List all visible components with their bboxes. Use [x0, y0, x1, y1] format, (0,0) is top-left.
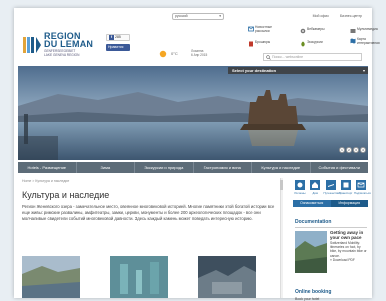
map-label: Карта интерактивная: [357, 37, 380, 45]
webcam-icon: [300, 28, 306, 34]
service-icons: Регионы Дом Путешествия Транспорт Подпис…: [293, 178, 371, 200]
business-center-link[interactable]: Бизнес-центр: [340, 14, 362, 18]
map-icon: [350, 38, 356, 44]
facebook-count: 285: [115, 35, 121, 39]
brochure-link[interactable]: Брошюры: [249, 40, 285, 47]
subscribe-icon: [356, 180, 366, 190]
page: русский ▾ Мой офис Бизнес-центр REGION D…: [14, 8, 380, 301]
slider-dot-4[interactable]: 4: [360, 147, 366, 153]
download-pdf-link[interactable]: » Download PDF: [330, 258, 368, 262]
logo-subtitle-2: LAKE GENEVA REGION: [44, 53, 80, 57]
regions-icon: [295, 180, 305, 190]
chevron-down-icon: ▾: [362, 68, 365, 73]
nav-gastronomy[interactable]: Гастрономия и вина: [194, 162, 252, 173]
service-transport-label: Транспорт: [339, 191, 353, 195]
service-travel[interactable]: Путешествия: [324, 178, 341, 200]
home-icon: [310, 180, 321, 190]
service-transport[interactable]: Транспорт: [339, 178, 353, 200]
slider-dot-2[interactable]: 2: [346, 147, 352, 153]
logo-title-line2: DU LEMAN: [44, 39, 94, 49]
search-placeholder: Поиск... websonline: [272, 55, 304, 59]
travel-icon: [325, 180, 336, 190]
excursion-label: Экскурсии: [307, 40, 323, 44]
nav-winter[interactable]: Зима: [77, 162, 135, 173]
weather-location: Лозанна 6 Апр 2015: [191, 49, 207, 57]
facebook-icon: f: [109, 35, 114, 40]
brochure-icon: [249, 41, 253, 47]
sun-icon: [159, 50, 167, 58]
excursion-link[interactable]: Экскурсии: [301, 40, 335, 47]
top-links: Мой офис Бизнес-центр: [303, 14, 362, 18]
webcam-label: Вебкамеры: [307, 27, 325, 31]
service-subscribe[interactable]: Подписаться: [354, 178, 371, 200]
documentation-heading[interactable]: Getting away in your own pace: [330, 230, 368, 240]
documentation-title: Documentation: [295, 219, 332, 225]
search-input[interactable]: Поиск... websonline: [263, 53, 362, 61]
newsletter-link[interactable]: Новостные рассылки: [248, 25, 285, 34]
chevron-down-icon: ▾: [219, 14, 221, 18]
documentation-image[interactable]: [295, 231, 327, 273]
nav-culture[interactable]: Культура и наследие: [252, 162, 311, 173]
destination-selector-label: Select your destination: [232, 68, 277, 73]
hero-image: [18, 66, 368, 160]
online-booking-title: Online booking: [295, 289, 332, 295]
my-office-link[interactable]: Мой офис: [313, 14, 329, 18]
nav-hotels[interactable]: Hotels - Размещение: [18, 162, 77, 173]
newsletter-icon: [248, 26, 254, 32]
slider-dot-1[interactable]: 1: [339, 147, 345, 153]
slider-dot-3[interactable]: 3: [353, 147, 359, 153]
nav-excursions[interactable]: Экскурсии и природа: [135, 162, 194, 173]
map-link[interactable]: Карта интерактивная: [350, 37, 380, 46]
multimedia-link[interactable]: Мультимедиа: [350, 27, 386, 33]
weather-date: 6 Апр 2015: [191, 53, 208, 57]
language-select[interactable]: русский ▾: [172, 13, 224, 20]
like-button[interactable]: Нравится: [106, 44, 130, 51]
service-regions-label: Регионы: [294, 191, 306, 195]
multimedia-label: Мультимедиа: [357, 27, 378, 31]
documentation-text: Switzerland Mobility: itineraries on foo…: [330, 241, 368, 262]
brochure-label: Брошюры: [255, 40, 271, 44]
thumbnail-image-1[interactable]: [22, 256, 80, 298]
logo-subtitle: GENFERSEEGEBIET LAKE GENEVA REGION: [44, 49, 104, 57]
service-regions[interactable]: Регионы: [293, 178, 307, 200]
excursion-icon: [301, 41, 305, 47]
thumbnail-image-3[interactable]: [198, 256, 256, 298]
documentation-description: Switzerland Mobility: itineraries on foo…: [330, 241, 367, 258]
like-label: Нравится: [108, 45, 124, 49]
newsletter-label: Новостные рассылки: [255, 25, 272, 33]
tab-explore[interactable]: Ознакомиться: [293, 200, 331, 207]
divider: [295, 227, 367, 228]
transport-icon: [340, 180, 351, 190]
service-home-label: Дом: [312, 191, 318, 195]
page-title: Культура и наследие: [22, 190, 110, 200]
service-subscribe-label: Подписаться: [354, 191, 371, 195]
scrollbar[interactable]: [280, 178, 283, 298]
intro-text: Регион Женевского озера - замечательное …: [22, 204, 275, 222]
search-icon: [266, 55, 271, 60]
webcam-link[interactable]: Вебкамеры: [300, 27, 335, 34]
main-nav: Hotels - Размещение Зима Экскурсии и при…: [18, 162, 368, 173]
service-home[interactable]: Дом: [308, 178, 322, 200]
breadcrumb[interactable]: Home > Культура и наследие: [22, 179, 69, 183]
language-value: русский: [175, 14, 188, 18]
nav-events[interactable]: События и фестивали: [311, 162, 369, 173]
online-booking-subtitle: Book your hotel: [295, 297, 320, 301]
right-tabs: Ознакомиться Информация: [293, 200, 368, 207]
facebook-count-button[interactable]: f 285: [106, 34, 130, 41]
destination-selector[interactable]: Select your destination ▾: [228, 67, 368, 74]
scrollbar-thumb[interactable]: [280, 180, 283, 190]
logo-icon[interactable]: [22, 34, 42, 56]
multimedia-icon: [350, 29, 356, 33]
temperature: 0°C: [171, 51, 178, 56]
tab-information[interactable]: Информация: [330, 200, 368, 207]
thumbnail-image-2[interactable]: [110, 256, 168, 298]
